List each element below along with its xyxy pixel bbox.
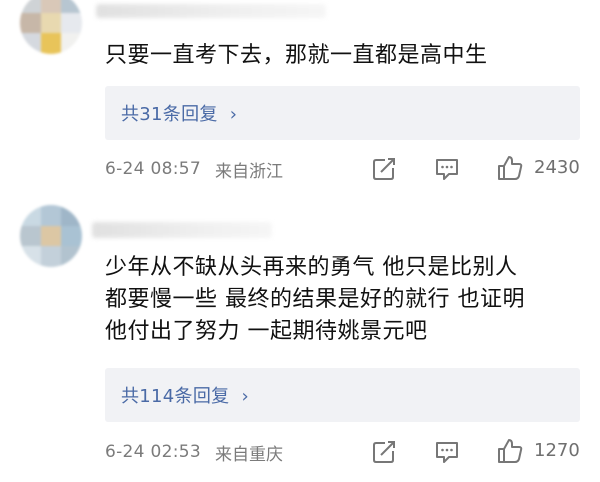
comment-card: 只要一直考下去，那就一直都是高中生 共31条回复 › 6-24 08:57 来自浙… (0, 0, 600, 200)
reply-count-label: 共114条回复 (121, 386, 230, 407)
chevron-right-icon: › (241, 386, 249, 407)
avatar[interactable] (20, 205, 82, 267)
view-replies-link[interactable]: 共114条回复 › (121, 382, 249, 408)
comment-location: 来自重庆 (214, 444, 283, 465)
replies-box[interactable]: 共114条回复 › (105, 368, 580, 422)
like-count: 1270 (534, 440, 580, 461)
view-replies-link[interactable]: 共31条回复 › (121, 100, 237, 126)
reply-count-label: 共31条回复 (121, 104, 218, 125)
comment-icon[interactable] (433, 155, 461, 183)
comment-date: 6-24 08:57 (105, 159, 201, 179)
share-icon[interactable] (370, 438, 398, 466)
thumbs-up-icon[interactable] (496, 154, 524, 182)
comment-text: 少年从不缺从头再来的勇气 他只是比别人 都要慢一些 最终的结果是好的就行 也证明… (105, 255, 525, 344)
comment-card: 少年从不缺从头再来的勇气 他只是比别人 都要慢一些 最终的结果是好的就行 也证明… (0, 200, 600, 482)
share-icon[interactable] (370, 155, 398, 183)
avatar[interactable] (20, 0, 82, 54)
username-blurred[interactable] (92, 222, 272, 238)
comment-icon[interactable] (433, 438, 461, 466)
comment-location: 来自浙江 (214, 161, 283, 182)
thumbs-up-icon[interactable] (496, 437, 524, 465)
chevron-right-icon: › (229, 104, 238, 125)
comment-text: 只要一直考下去，那就一直都是高中生 (105, 43, 488, 68)
username-blurred[interactable] (96, 4, 326, 18)
like-count: 2430 (534, 157, 580, 178)
comment-date: 6-24 02:53 (105, 442, 201, 462)
replies-box[interactable]: 共31条回复 › (105, 86, 580, 140)
